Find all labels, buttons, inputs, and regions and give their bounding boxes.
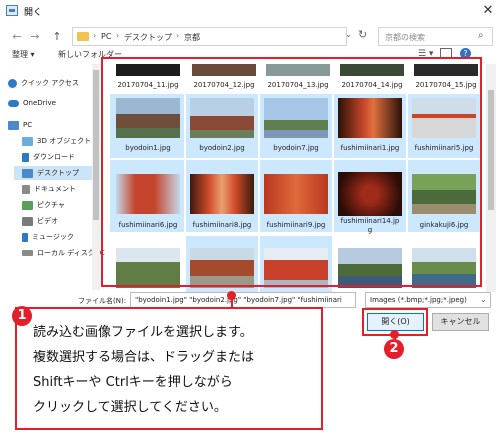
app-icon [6, 5, 18, 16]
nav-item-3d-objects[interactable]: 3D オブジェクト [22, 134, 91, 148]
file-scrollbar-thumb[interactable] [488, 90, 494, 210]
nav-item-label: OneDrive [23, 99, 56, 107]
nav-item-label: ピクチャ [37, 201, 65, 209]
picture-icon [22, 200, 33, 210]
up-icon[interactable]: ↑ [50, 30, 64, 43]
nav-item-desktop[interactable]: デスクトップ [14, 166, 92, 180]
filetype-value: Images (*.bmp;*.jpg;*.jpeg) [370, 296, 467, 304]
pc-icon [8, 120, 19, 130]
refresh-icon[interactable]: ↻ [358, 28, 367, 41]
instruction-callout: 読み込む画像ファイルを選択します。 複数選択する場合は、ドラッグまたは Shif… [15, 307, 323, 430]
breadcrumb-desktop[interactable]: デスクトップ [124, 32, 172, 43]
document-icon [22, 184, 30, 194]
nav-item-label: 3D オブジェクト [37, 137, 92, 145]
folder-icon [77, 32, 89, 41]
callout-line: 複数選択する場合は、ドラッグまたは [33, 350, 255, 365]
search-placeholder: 京都の検索 [385, 33, 425, 42]
highlight-frame-files [101, 57, 482, 287]
back-icon[interactable]: ← [10, 30, 24, 43]
nav-item-label: PC [23, 121, 33, 129]
callout-pin-2 [390, 330, 399, 339]
filename-label: ファイル名(N): [78, 297, 127, 305]
cancel-button[interactable]: キャンセル [432, 313, 489, 331]
nav-item-label: ミュージック [32, 233, 74, 241]
cube-icon [22, 136, 33, 146]
nav-scrollbar-thumb[interactable] [93, 70, 99, 220]
cloud-icon [8, 99, 19, 107]
organize-button[interactable]: 整理 ▾ [12, 49, 35, 60]
step-badge-2: 2 [384, 339, 404, 359]
close-icon[interactable]: ✕ [480, 3, 496, 18]
filename-value: "byodoin1.jpg" "byodoin2.jpg" "byodoin7.… [135, 296, 342, 304]
search-input[interactable]: 京都の検索 ⌕ [378, 27, 493, 46]
address-bar[interactable]: › PC › デスクトップ › 京都 [72, 27, 347, 46]
forward-icon[interactable]: → [28, 30, 42, 43]
disk-icon [22, 250, 33, 256]
video-icon [22, 216, 33, 226]
breadcrumb-separator: › [93, 31, 97, 40]
nav-item-quick-access[interactable]: クイック アクセス [8, 76, 79, 90]
window-title: 開く [24, 8, 43, 18]
nav-item-onedrive[interactable]: OneDrive [8, 96, 56, 110]
callout-line: Shiftキーや Ctrlキーを押しながら [33, 375, 233, 390]
nav-item-documents[interactable]: ドキュメント [22, 182, 76, 196]
music-icon [22, 232, 28, 242]
breadcrumb-kyoto[interactable]: 京都 [184, 32, 200, 43]
nav-item-music[interactable]: ミュージック [22, 230, 74, 244]
search-icon[interactable]: ⌕ [478, 30, 484, 41]
nav-item-label: ドキュメント [34, 185, 76, 193]
step-badge-1: 1 [12, 306, 32, 326]
callout-line: 読み込む画像ファイルを選択します。 [33, 325, 253, 340]
nav-item-label: クイック アクセス [21, 79, 79, 87]
nav-item-label: ビデオ [37, 217, 58, 225]
download-icon [22, 152, 29, 162]
navigation-pane: クイック アクセス OneDrive PC 3D オブジェクト ダウンロード デ… [0, 64, 105, 290]
breadcrumb-separator: › [116, 31, 120, 40]
nav-item-downloads[interactable]: ダウンロード [22, 150, 75, 164]
nav-item-pc[interactable]: PC [8, 118, 32, 132]
filename-input[interactable]: "byodoin1.jpg" "byodoin2.jpg" "byodoin7.… [130, 292, 356, 308]
chevron-down-icon: ⌄ [480, 295, 487, 304]
nav-item-pictures[interactable]: ピクチャ [22, 198, 65, 212]
address-dropdown-icon[interactable]: ⌄ [345, 30, 352, 39]
star-icon [8, 78, 17, 88]
desktop-icon [22, 168, 33, 178]
nav-item-label: デスクトップ [37, 169, 79, 177]
filetype-select[interactable]: Images (*.bmp;*.jpg;*.jpeg) ⌄ [365, 292, 491, 308]
breadcrumb-separator: › [176, 31, 180, 40]
callout-line: クリックして選択してください。 [33, 400, 227, 415]
nav-item-videos[interactable]: ビデオ [22, 214, 58, 228]
callout-pin-1 [227, 291, 236, 300]
title-bar: 開く ✕ [0, 0, 502, 22]
nav-item-label: ダウンロード [33, 153, 75, 161]
breadcrumb-pc[interactable]: PC [101, 32, 111, 41]
